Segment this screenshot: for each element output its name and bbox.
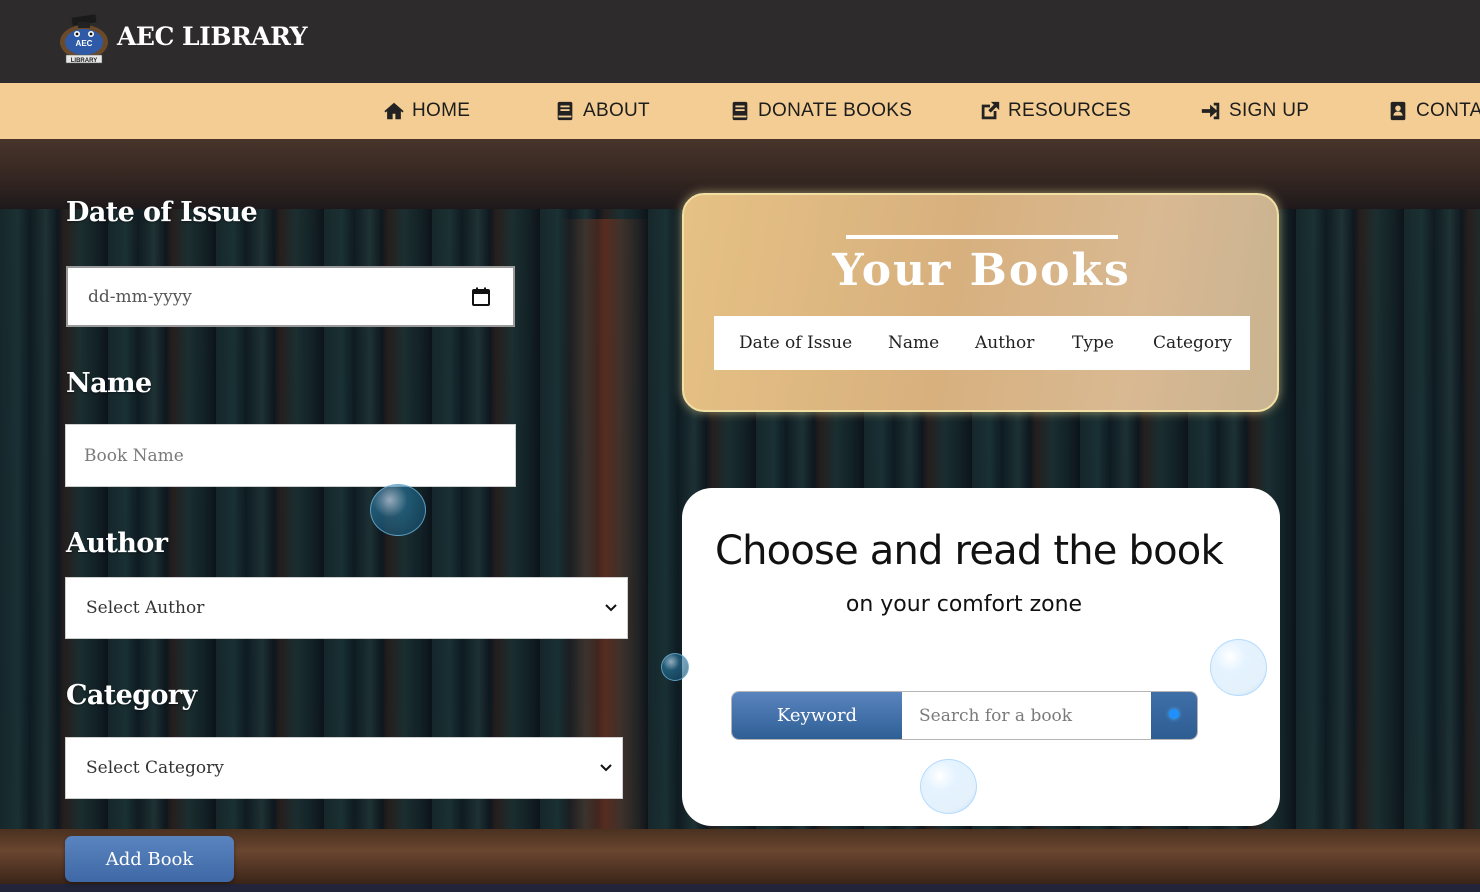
- title-rule: [846, 235, 1118, 239]
- book-search-input[interactable]: [902, 692, 1151, 739]
- contact-book-icon: [1390, 101, 1406, 121]
- chevron-down-icon: [600, 764, 612, 772]
- search-card-subtitle: on your comfort zone: [845, 592, 1083, 617]
- books-table-header: Date of Issue Name Author Type Category: [714, 316, 1250, 370]
- svg-text:LIBRARY: LIBRARY: [71, 58, 97, 64]
- author-select[interactable]: Select Author: [65, 577, 628, 639]
- book-icon: [557, 101, 573, 121]
- nav-home-label: HOME: [412, 100, 471, 121]
- search-card-title: Choose and read the book: [715, 528, 1224, 574]
- bubble-decoration: [661, 653, 689, 681]
- date-of-issue-input[interactable]: dd-mm-yyyy: [66, 266, 515, 327]
- search-submit-button[interactable]: [1151, 692, 1197, 739]
- search-card: Choose and read the book on your comfort…: [682, 488, 1280, 826]
- column-category: Category: [1153, 333, 1232, 353]
- column-type: Type: [1072, 333, 1114, 353]
- sign-in-icon: [1201, 102, 1220, 120]
- footer-strip: [0, 884, 1480, 892]
- your-books-title: Your Books: [832, 245, 1131, 296]
- category-selected-value: Select Category: [86, 758, 224, 778]
- home-icon: [384, 102, 404, 120]
- top-header: AEC LIBRARY AEC LIBRARY: [0, 0, 1480, 83]
- main-nav: HOME ABOUT DONATE BOOKS RESOURCES SIGN U…: [0, 83, 1480, 139]
- add-book-button[interactable]: Add Book: [65, 836, 234, 882]
- nav-signup-label: SIGN UP: [1229, 100, 1310, 121]
- nav-about-label: ABOUT: [583, 100, 650, 121]
- nav-donate-books[interactable]: DONATE BOOKS: [729, 83, 912, 139]
- external-link-icon: [981, 101, 1000, 120]
- author-selected-value: Select Author: [86, 598, 205, 618]
- category-select[interactable]: Select Category: [65, 737, 623, 799]
- brand-title[interactable]: AEC LIBRARY: [117, 22, 307, 51]
- nav-contact-label: CONTAC: [1416, 100, 1480, 121]
- bubble-decoration: [920, 759, 977, 814]
- column-name: Name: [888, 333, 940, 353]
- nav-donate-label: DONATE BOOKS: [758, 100, 913, 121]
- calendar-icon[interactable]: [471, 287, 491, 307]
- date-placeholder: dd-mm-yyyy: [88, 286, 192, 307]
- library-logo[interactable]: AEC LIBRARY: [56, 12, 112, 64]
- book-name-placeholder: Book Name: [84, 445, 184, 466]
- name-label: Name: [66, 368, 152, 399]
- nav-home[interactable]: HOME: [383, 83, 470, 139]
- search-bar: Keyword: [731, 691, 1198, 740]
- svg-text:AEC: AEC: [76, 39, 93, 48]
- date-label: Date of Issue: [66, 197, 258, 228]
- book-name-input[interactable]: Book Name: [65, 424, 516, 487]
- bubble-decoration: [1210, 639, 1267, 696]
- your-books-card: Your Books Date of Issue Name Author Typ…: [682, 193, 1279, 412]
- search-indicator-icon: [1169, 709, 1179, 719]
- nav-resources-label: RESOURCES: [1008, 100, 1132, 121]
- nav-resources[interactable]: RESOURCES: [979, 83, 1131, 139]
- nav-about[interactable]: ABOUT: [554, 83, 650, 139]
- nav-sign-up[interactable]: SIGN UP: [1200, 83, 1309, 139]
- keyword-button[interactable]: Keyword: [732, 692, 902, 739]
- bubble-decoration: [370, 484, 426, 536]
- column-author: Author: [975, 333, 1035, 353]
- column-date-of-issue: Date of Issue: [739, 333, 853, 353]
- category-label: Category: [66, 680, 197, 711]
- book-icon: [732, 101, 748, 121]
- nav-contact[interactable]: CONTAC: [1387, 83, 1480, 139]
- chevron-down-icon: [605, 604, 617, 612]
- author-label: Author: [66, 528, 168, 559]
